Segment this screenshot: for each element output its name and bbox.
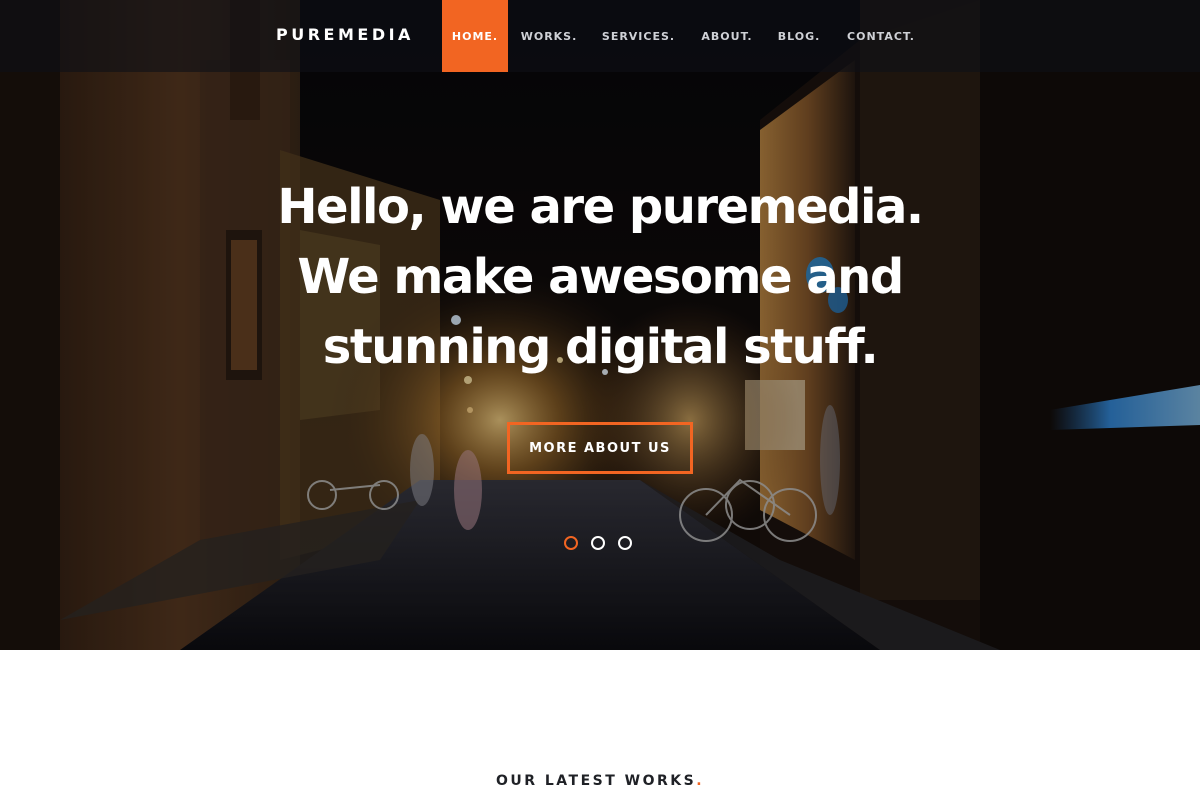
nav-item-contact[interactable]: CONTACT. bbox=[831, 0, 931, 72]
nav-item-services[interactable]: SERVICES. bbox=[590, 0, 687, 72]
nav-item-about[interactable]: ABOUT. bbox=[687, 0, 767, 72]
hero-section: PUREMEDIA HOME. WORKS. SERVICES. ABOUT. … bbox=[0, 0, 1200, 650]
hero-headline-line: stunning digital stuff. bbox=[322, 319, 879, 375]
hero-headline-line: Hello, we are puremedia. bbox=[277, 179, 924, 235]
hero-headline: Hello, we are puremedia. We make awesome… bbox=[200, 172, 1000, 382]
slider-pagination bbox=[564, 536, 632, 550]
section-title: OUR LATEST WORKS. bbox=[0, 773, 1200, 789]
hero-headline-line: We make awesome and bbox=[297, 249, 904, 305]
nav-item-blog[interactable]: BLOG. bbox=[767, 0, 831, 72]
slider-dot-2[interactable] bbox=[591, 536, 605, 550]
more-about-us-button[interactable]: MORE ABOUT US bbox=[507, 422, 693, 474]
section-title-text: OUR LATEST WORKS bbox=[495, 773, 697, 789]
nav-item-home[interactable]: HOME. bbox=[442, 0, 508, 72]
brand-logo[interactable]: PUREMEDIA bbox=[276, 24, 414, 46]
top-navbar: PUREMEDIA HOME. WORKS. SERVICES. ABOUT. … bbox=[0, 0, 1200, 72]
slider-dot-1[interactable] bbox=[564, 536, 578, 550]
nav-menu: HOME. WORKS. SERVICES. ABOUT. BLOG. CONT… bbox=[442, 0, 931, 72]
latest-works-section: OUR LATEST WORKS. bbox=[0, 650, 1200, 800]
section-title-accent: . bbox=[696, 773, 705, 789]
slider-dot-3[interactable] bbox=[618, 536, 632, 550]
nav-item-works[interactable]: WORKS. bbox=[508, 0, 590, 72]
